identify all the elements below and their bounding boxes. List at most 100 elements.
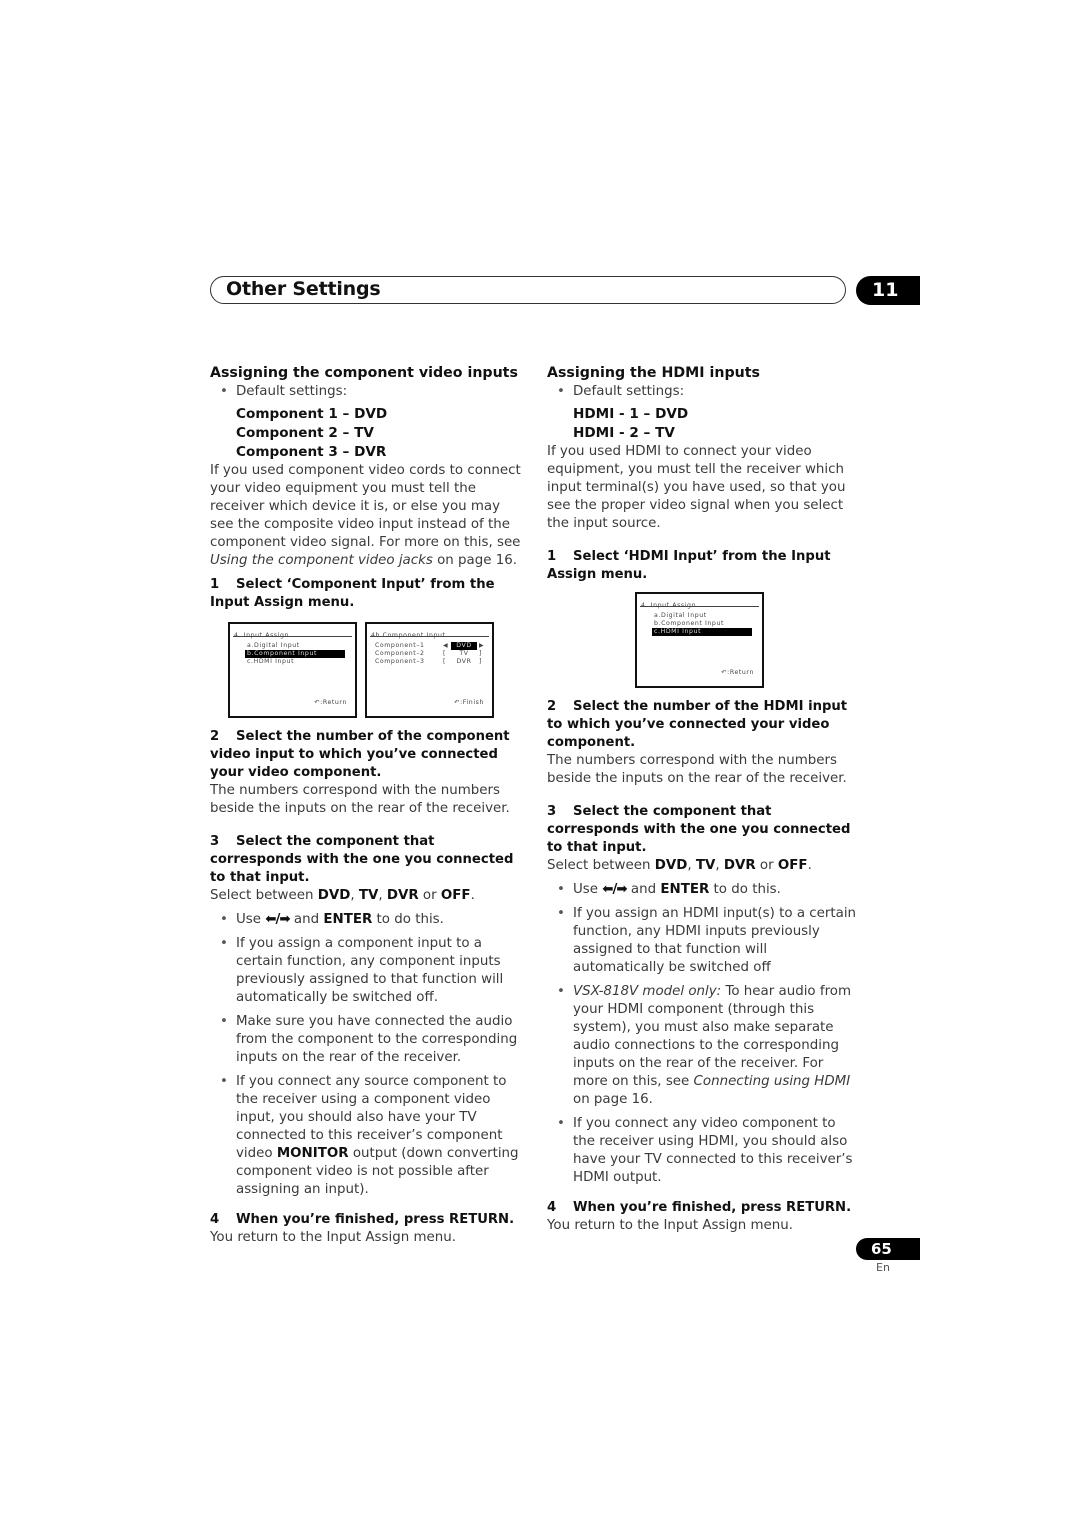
step-2: 2 Select the number of the component vide… bbox=[210, 728, 522, 782]
bullet-note: If you assign an HDMI input(s) to a cert… bbox=[547, 905, 859, 977]
enter-key: ENTER bbox=[660, 882, 710, 897]
osd-divider bbox=[233, 636, 352, 637]
osd-component-row: Component–2 [ TV ] bbox=[375, 650, 485, 658]
osd-menu-item: a.Digital Input bbox=[654, 612, 707, 619]
cross-reference-link[interactable]: Using the component video jacks bbox=[210, 553, 433, 568]
text: Select between bbox=[547, 858, 655, 873]
osd-footer-label: :Return bbox=[320, 699, 347, 706]
bullet-note: If you connect any source component to t… bbox=[210, 1073, 522, 1199]
bullet-use-arrows: Use ⬅/➡ and ENTER to do this. bbox=[210, 911, 522, 929]
osd-menu-item-selected: b.Component Input bbox=[245, 650, 345, 658]
osd-footer: ↶:Finish bbox=[454, 694, 484, 712]
osd-menu-item: b.Component Input bbox=[654, 620, 725, 627]
bullet-use-arrows: Use ⬅/➡ and ENTER to do this. bbox=[547, 881, 859, 899]
component-value: DVR bbox=[456, 658, 472, 665]
default-settings-list: Component 1 – DVD Component 2 – TV Compo… bbox=[210, 405, 522, 462]
option-off: OFF bbox=[777, 858, 808, 873]
step-1: 1 Select ‘HDMI Input’ from the Input Assi… bbox=[547, 548, 859, 584]
left-right-arrow-icon: ⬅/➡ bbox=[265, 912, 290, 927]
osd-divider bbox=[640, 606, 759, 607]
bracket: ] bbox=[479, 658, 483, 665]
component-label: Component–1 bbox=[375, 642, 425, 649]
text: or bbox=[418, 888, 441, 903]
default-setting: Component 2 – TV bbox=[236, 425, 374, 441]
step-number: 1 bbox=[210, 577, 220, 592]
step-4-description: You return to the Input Assign menu. bbox=[547, 1218, 793, 1233]
osd-component-row: Component–1 ◀ DVD ▶ bbox=[375, 642, 485, 650]
default-settings-label: Default settings: bbox=[210, 383, 522, 401]
step-number: 3 bbox=[210, 834, 220, 849]
option-dvr: DVR bbox=[386, 888, 419, 903]
step-3-description: Select between DVD, TV, DVR or OFF. bbox=[547, 858, 812, 873]
bracket: [ bbox=[443, 658, 447, 665]
language-label: En bbox=[876, 1261, 890, 1274]
left-right-arrow-icon: ⬅/➡ bbox=[602, 882, 627, 897]
text: Select between bbox=[210, 888, 318, 903]
bracket: ] bbox=[479, 650, 483, 657]
intro-paragraph: If you used HDMI to connect your video e… bbox=[547, 444, 846, 531]
option-dvd: DVD bbox=[654, 858, 688, 873]
step-2-description: The numbers correspond with the numbers … bbox=[210, 783, 510, 816]
default-setting: Component 3 – DVR bbox=[236, 444, 387, 460]
intro-tail: on page 16. bbox=[432, 553, 518, 568]
option-tv: TV bbox=[695, 858, 716, 873]
osd-screens: 4. Input Assign a.Digital Input b.Compon… bbox=[635, 592, 859, 688]
text: and bbox=[289, 912, 324, 927]
default-settings-label: Default settings: bbox=[547, 383, 859, 401]
intro-paragraph: If you used component video cords to con… bbox=[210, 462, 522, 570]
hdmi-section: Assigning the HDMI inputs Default settin… bbox=[547, 364, 859, 1235]
step-text: Select the component that corresponds wi… bbox=[210, 834, 514, 885]
osd-footer: ↶:Return bbox=[721, 664, 754, 682]
option-dvr: DVR bbox=[723, 858, 756, 873]
osd-footer-label: :Finish bbox=[460, 699, 484, 706]
step-4: 4 When you’re finished, press RETURN. bbox=[547, 1199, 859, 1217]
step-2-description: The numbers correspond with the numbers … bbox=[547, 753, 847, 786]
option-tv: TV bbox=[358, 888, 379, 903]
osd-input-assign-screen: 4. Input Assign a.Digital Input b.Compon… bbox=[228, 622, 357, 718]
osd-footer-label: :Return bbox=[727, 669, 754, 676]
osd-component-input-screen: 4b.Component Input Component–1 ◀ DVD ▶ C… bbox=[365, 622, 494, 718]
section-heading: Assigning the component video inputs bbox=[210, 365, 518, 381]
option-off: OFF bbox=[440, 888, 471, 903]
text: on page 16. bbox=[573, 1092, 653, 1107]
osd-input-assign-screen: 4. Input Assign a.Digital Input b.Compon… bbox=[635, 592, 764, 688]
step-4: 4 When you’re finished, press RETURN. bbox=[210, 1211, 522, 1229]
text: to do this. bbox=[709, 882, 781, 897]
step-number: 2 bbox=[210, 729, 220, 744]
osd-footer: ↶:Return bbox=[314, 694, 347, 712]
step-text: When you’re finished, press RETURN. bbox=[573, 1200, 852, 1215]
step-3: 3 Select the component that corresponds w… bbox=[210, 833, 522, 887]
default-setting: HDMI - 2 – TV bbox=[573, 425, 675, 441]
step-2: 2 Select the number of the HDMI input to … bbox=[547, 698, 859, 752]
right-arrow-icon: ▶ bbox=[479, 642, 485, 649]
osd-divider bbox=[370, 636, 489, 637]
step-number: 4 bbox=[547, 1200, 557, 1215]
step-text: Select ‘HDMI Input’ from the Input Assig… bbox=[547, 549, 831, 582]
default-setting: HDMI - 1 – DVD bbox=[573, 406, 689, 422]
component-label: Component–3 bbox=[375, 658, 425, 665]
intro-text: If you used component video cords to con… bbox=[210, 463, 521, 550]
component-video-section: Assigning the component video inputs Def… bbox=[210, 364, 522, 1247]
section-heading: Assigning the HDMI inputs bbox=[547, 365, 760, 381]
bullet-note: VSX-818V model only: To hear audio from … bbox=[547, 983, 859, 1109]
step-3: 3 Select the component that corresponds w… bbox=[547, 803, 859, 857]
step-text: Select ‘Component Input’ from the Input … bbox=[210, 577, 495, 610]
default-settings-list: HDMI - 1 – DVD HDMI - 2 – TV bbox=[547, 405, 859, 443]
text: and bbox=[626, 882, 661, 897]
osd-menu-item: c.HDMI Input bbox=[247, 658, 295, 665]
component-value: TV bbox=[459, 650, 469, 657]
text: to do this. bbox=[372, 912, 444, 927]
step-4-description: You return to the Input Assign menu. bbox=[210, 1230, 456, 1245]
enter-key: ENTER bbox=[323, 912, 373, 927]
step-text: Select the number of the component video… bbox=[210, 729, 510, 780]
step-text: Select the component that corresponds wi… bbox=[547, 804, 851, 855]
left-arrow-icon: ◀ bbox=[443, 642, 449, 649]
component-label: Component–2 bbox=[375, 650, 425, 657]
page-number-tab: 65 bbox=[856, 1238, 920, 1260]
cross-reference-link[interactable]: Connecting using HDMI bbox=[694, 1074, 851, 1089]
model-note: VSX-818V model only: bbox=[573, 984, 722, 999]
bracket: [ bbox=[443, 650, 447, 657]
step-number: 2 bbox=[547, 699, 557, 714]
component-value-selected: DVD bbox=[451, 642, 477, 650]
text: Use bbox=[573, 882, 603, 897]
